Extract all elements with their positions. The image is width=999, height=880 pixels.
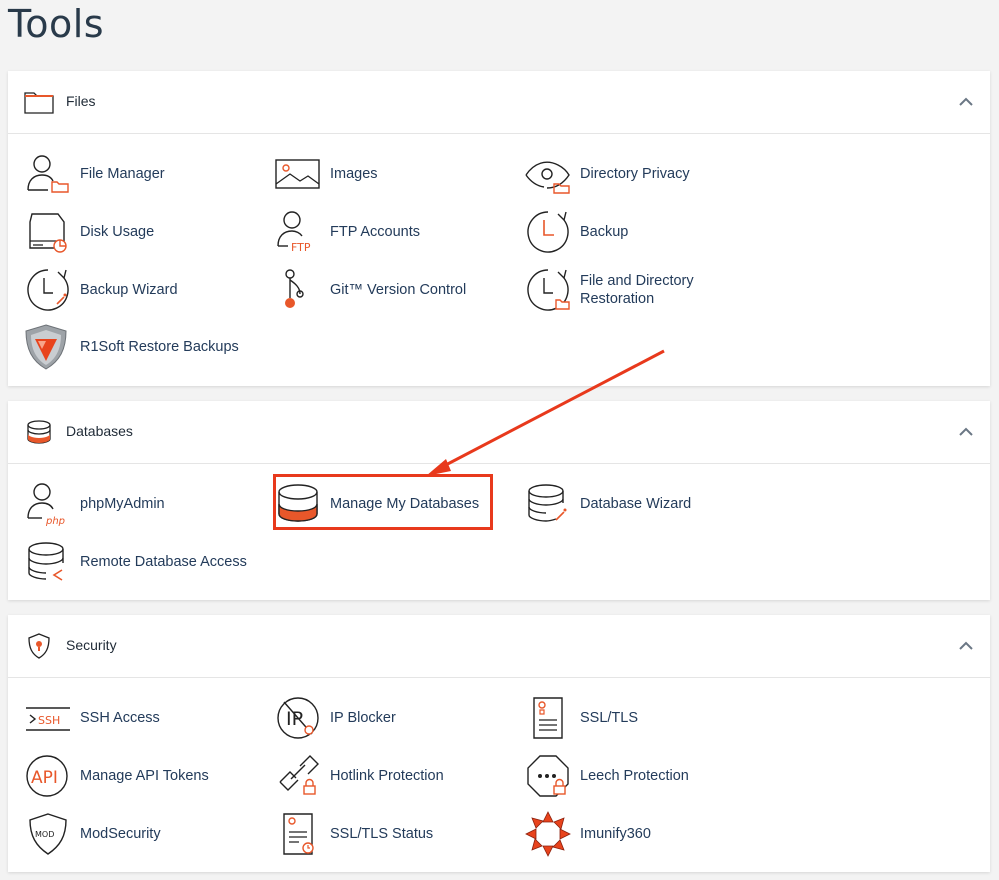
tool-r1soft-restore-backups[interactable]: R1Soft Restore Backups xyxy=(22,322,239,372)
tool-ssl-tls-status[interactable]: SSL/TLS Status xyxy=(274,809,433,859)
backup-wizard-icon xyxy=(27,269,69,311)
imunify360-icon xyxy=(525,811,571,857)
tool-phpmyadmin[interactable]: php phpMyAdmin xyxy=(24,479,165,529)
ftp-accounts-icon: FTP xyxy=(277,211,311,254)
ssh-icon: SSH xyxy=(26,707,70,731)
chevron-up-icon[interactable] xyxy=(958,95,974,107)
tool-ssl-tls[interactable]: SSL/TLS xyxy=(524,693,638,743)
tool-label: Disk Usage xyxy=(80,224,155,240)
svg-text:MOD: MOD xyxy=(35,830,54,839)
restoration-icon xyxy=(527,269,570,311)
chevron-up-icon[interactable] xyxy=(958,425,974,437)
phpmyadmin-icon: php xyxy=(27,483,65,527)
tool-database-wizard[interactable]: Database Wizard xyxy=(524,479,691,529)
tool-label: Hotlink Protection xyxy=(330,768,444,784)
tool-label: File Manager xyxy=(80,166,165,182)
svg-text:FTP: FTP xyxy=(291,241,311,254)
modsecurity-icon: MOD xyxy=(29,813,67,855)
tool-label: Remote Database Access xyxy=(80,554,247,570)
tool-label: Manage API Tokens xyxy=(80,768,209,784)
tool-git-version-control[interactable]: Git™ Version Control xyxy=(274,265,466,315)
tool-backup[interactable]: Backup xyxy=(524,207,628,257)
tool-label: FTP Accounts xyxy=(330,224,420,240)
tool-ftp-accounts[interactable]: FTP FTP Accounts xyxy=(274,207,420,257)
tool-label: R1Soft Restore Backups xyxy=(80,339,239,355)
tool-directory-privacy[interactable]: Directory Privacy xyxy=(524,149,690,199)
tool-images[interactable]: Images xyxy=(274,149,378,199)
tool-label: SSL/TLS xyxy=(580,710,639,726)
ssl-status-icon xyxy=(283,813,314,855)
files-section-title: Files xyxy=(66,93,96,109)
remote-database-icon xyxy=(28,542,64,581)
r1soft-shield-icon xyxy=(25,324,67,370)
svg-text:php: php xyxy=(45,516,65,527)
tool-label: Git™ Version Control xyxy=(330,282,467,298)
tool-ssh-access[interactable]: SSH SSH Access xyxy=(24,693,160,743)
ip-blocker-icon: IP xyxy=(277,697,319,739)
tool-label: Directory Privacy xyxy=(580,166,690,182)
svg-text:API: API xyxy=(31,768,58,788)
files-panel-header[interactable]: Files xyxy=(8,71,990,134)
tool-label: Images xyxy=(330,166,378,182)
tool-manage-api-tokens[interactable]: API Manage API Tokens xyxy=(24,751,209,801)
svg-text:SSH: SSH xyxy=(38,714,60,727)
tool-file-manager[interactable]: File Manager xyxy=(24,149,165,199)
tool-label: phpMyAdmin xyxy=(80,496,165,512)
security-panel-header[interactable]: Security xyxy=(8,615,990,678)
tool-label: SSL/TLS Status xyxy=(330,826,434,842)
ssl-tls-icon xyxy=(533,697,563,739)
databases-section-title: Databases xyxy=(66,423,133,439)
tool-label: Backup xyxy=(580,224,629,240)
api-icon: API xyxy=(26,755,68,797)
database-icon xyxy=(27,420,51,444)
tool-imunify360[interactable]: Imunify360 xyxy=(524,809,651,859)
tool-label: Leech Protection xyxy=(580,768,689,784)
tool-label: Database Wizard xyxy=(580,496,692,512)
images-icon xyxy=(275,159,320,189)
security-section-title: Security xyxy=(66,637,117,653)
tool-manage-my-databases[interactable]: Manage My Databases xyxy=(274,479,479,529)
database-wizard-icon xyxy=(528,484,567,522)
tool-backup-wizard[interactable]: Backup Wizard xyxy=(24,265,178,315)
svg-text:IP: IP xyxy=(286,708,303,730)
shield-icon xyxy=(28,633,50,659)
tool-modsecurity[interactable]: MOD ModSecurity xyxy=(24,809,161,859)
tool-remote-database-access[interactable]: Remote Database Access xyxy=(24,537,247,587)
tool-label: IP Blocker xyxy=(330,710,396,726)
tool-disk-usage[interactable]: Disk Usage xyxy=(24,207,154,257)
tool-ip-blocker[interactable]: IP IP Blocker xyxy=(274,693,396,743)
chevron-up-icon[interactable] xyxy=(958,639,974,651)
manage-databases-icon xyxy=(278,484,318,522)
tool-leech-protection[interactable]: Leech Protection xyxy=(524,751,689,801)
backup-icon xyxy=(527,211,569,253)
tool-label: Manage My Databases xyxy=(330,496,480,512)
disk-usage-icon xyxy=(29,213,67,253)
tool-label: ModSecurity xyxy=(80,826,161,842)
tool-file-directory-restoration[interactable]: File and Directory Restoration xyxy=(524,265,710,315)
leech-icon xyxy=(527,755,569,797)
directory-privacy-icon xyxy=(525,161,570,194)
file-manager-icon xyxy=(27,155,69,193)
tool-label: Imunify360 xyxy=(580,826,651,842)
hotlink-icon xyxy=(279,755,319,795)
page-title: Tools xyxy=(8,2,105,46)
tool-hotlink-protection[interactable]: Hotlink Protection xyxy=(274,751,444,801)
databases-panel-header[interactable]: Databases xyxy=(8,401,990,464)
tool-label: Backup Wizard xyxy=(80,282,178,298)
tool-label: SSH Access xyxy=(80,710,160,726)
tool-label: File and Directory Restoration xyxy=(580,273,694,307)
folder-icon xyxy=(24,92,54,114)
git-icon xyxy=(285,269,304,308)
